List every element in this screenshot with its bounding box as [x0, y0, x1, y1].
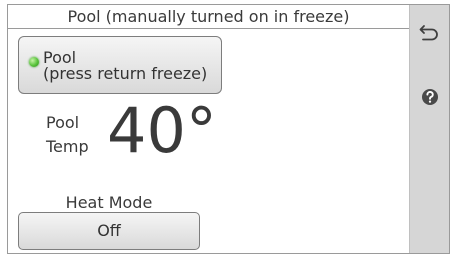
heat-mode-button[interactable]: Off	[18, 212, 200, 250]
page-title: Pool (manually turned on in freeze)	[8, 5, 409, 29]
status-led-icon	[29, 57, 39, 67]
help-button[interactable]	[418, 85, 442, 109]
question-mark-icon	[422, 89, 438, 105]
screen-frame: Pool (manually turned on in freeze) Pool…	[7, 4, 450, 254]
return-arrow-icon	[419, 25, 438, 41]
pool-temp-label: Pool Temp	[46, 111, 89, 159]
pool-toggle-button[interactable]: Pool (press return freeze)	[18, 36, 222, 94]
back-button[interactable]	[418, 20, 442, 44]
pool-button-label: Pool (press return freeze)	[43, 50, 207, 82]
pool-temp-label-line1: Pool	[46, 113, 80, 132]
pool-temp-value: 40°	[107, 94, 217, 167]
heat-mode-label: Heat Mode	[65, 193, 153, 212]
main-panel: Pool (manually turned on in freeze) Pool…	[8, 5, 409, 253]
sidebar	[409, 5, 449, 253]
pool-button-label-line2: (press return freeze)	[43, 64, 208, 83]
pool-temp-label-line2: Temp	[46, 137, 89, 156]
